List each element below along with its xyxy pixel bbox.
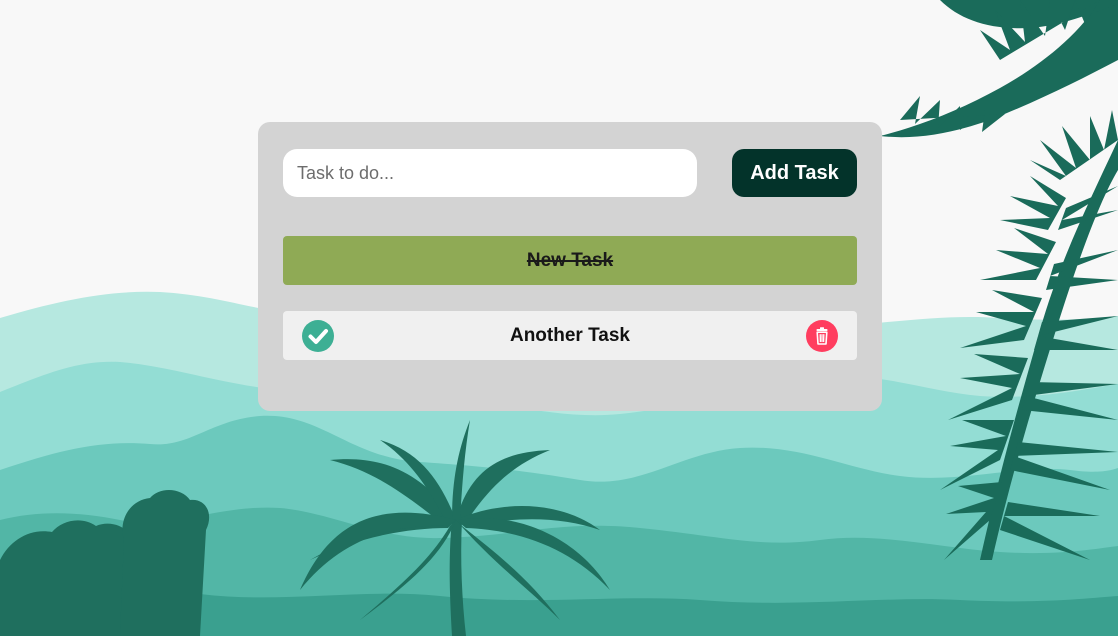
trash-icon[interactable] (806, 320, 838, 352)
add-task-button[interactable]: Add Task (732, 149, 857, 197)
check-circle-icon[interactable] (302, 320, 334, 352)
task-input[interactable] (283, 149, 697, 197)
task-label: Another Task (509, 324, 630, 346)
task-label: New Task (526, 249, 614, 271)
task-item-completed[interactable]: New Task (283, 236, 857, 285)
app-window: Add Task New Task Another Task (0, 0, 1118, 636)
task-item: Another Task (283, 311, 857, 360)
todo-card: Add Task New Task Another Task (258, 122, 882, 411)
